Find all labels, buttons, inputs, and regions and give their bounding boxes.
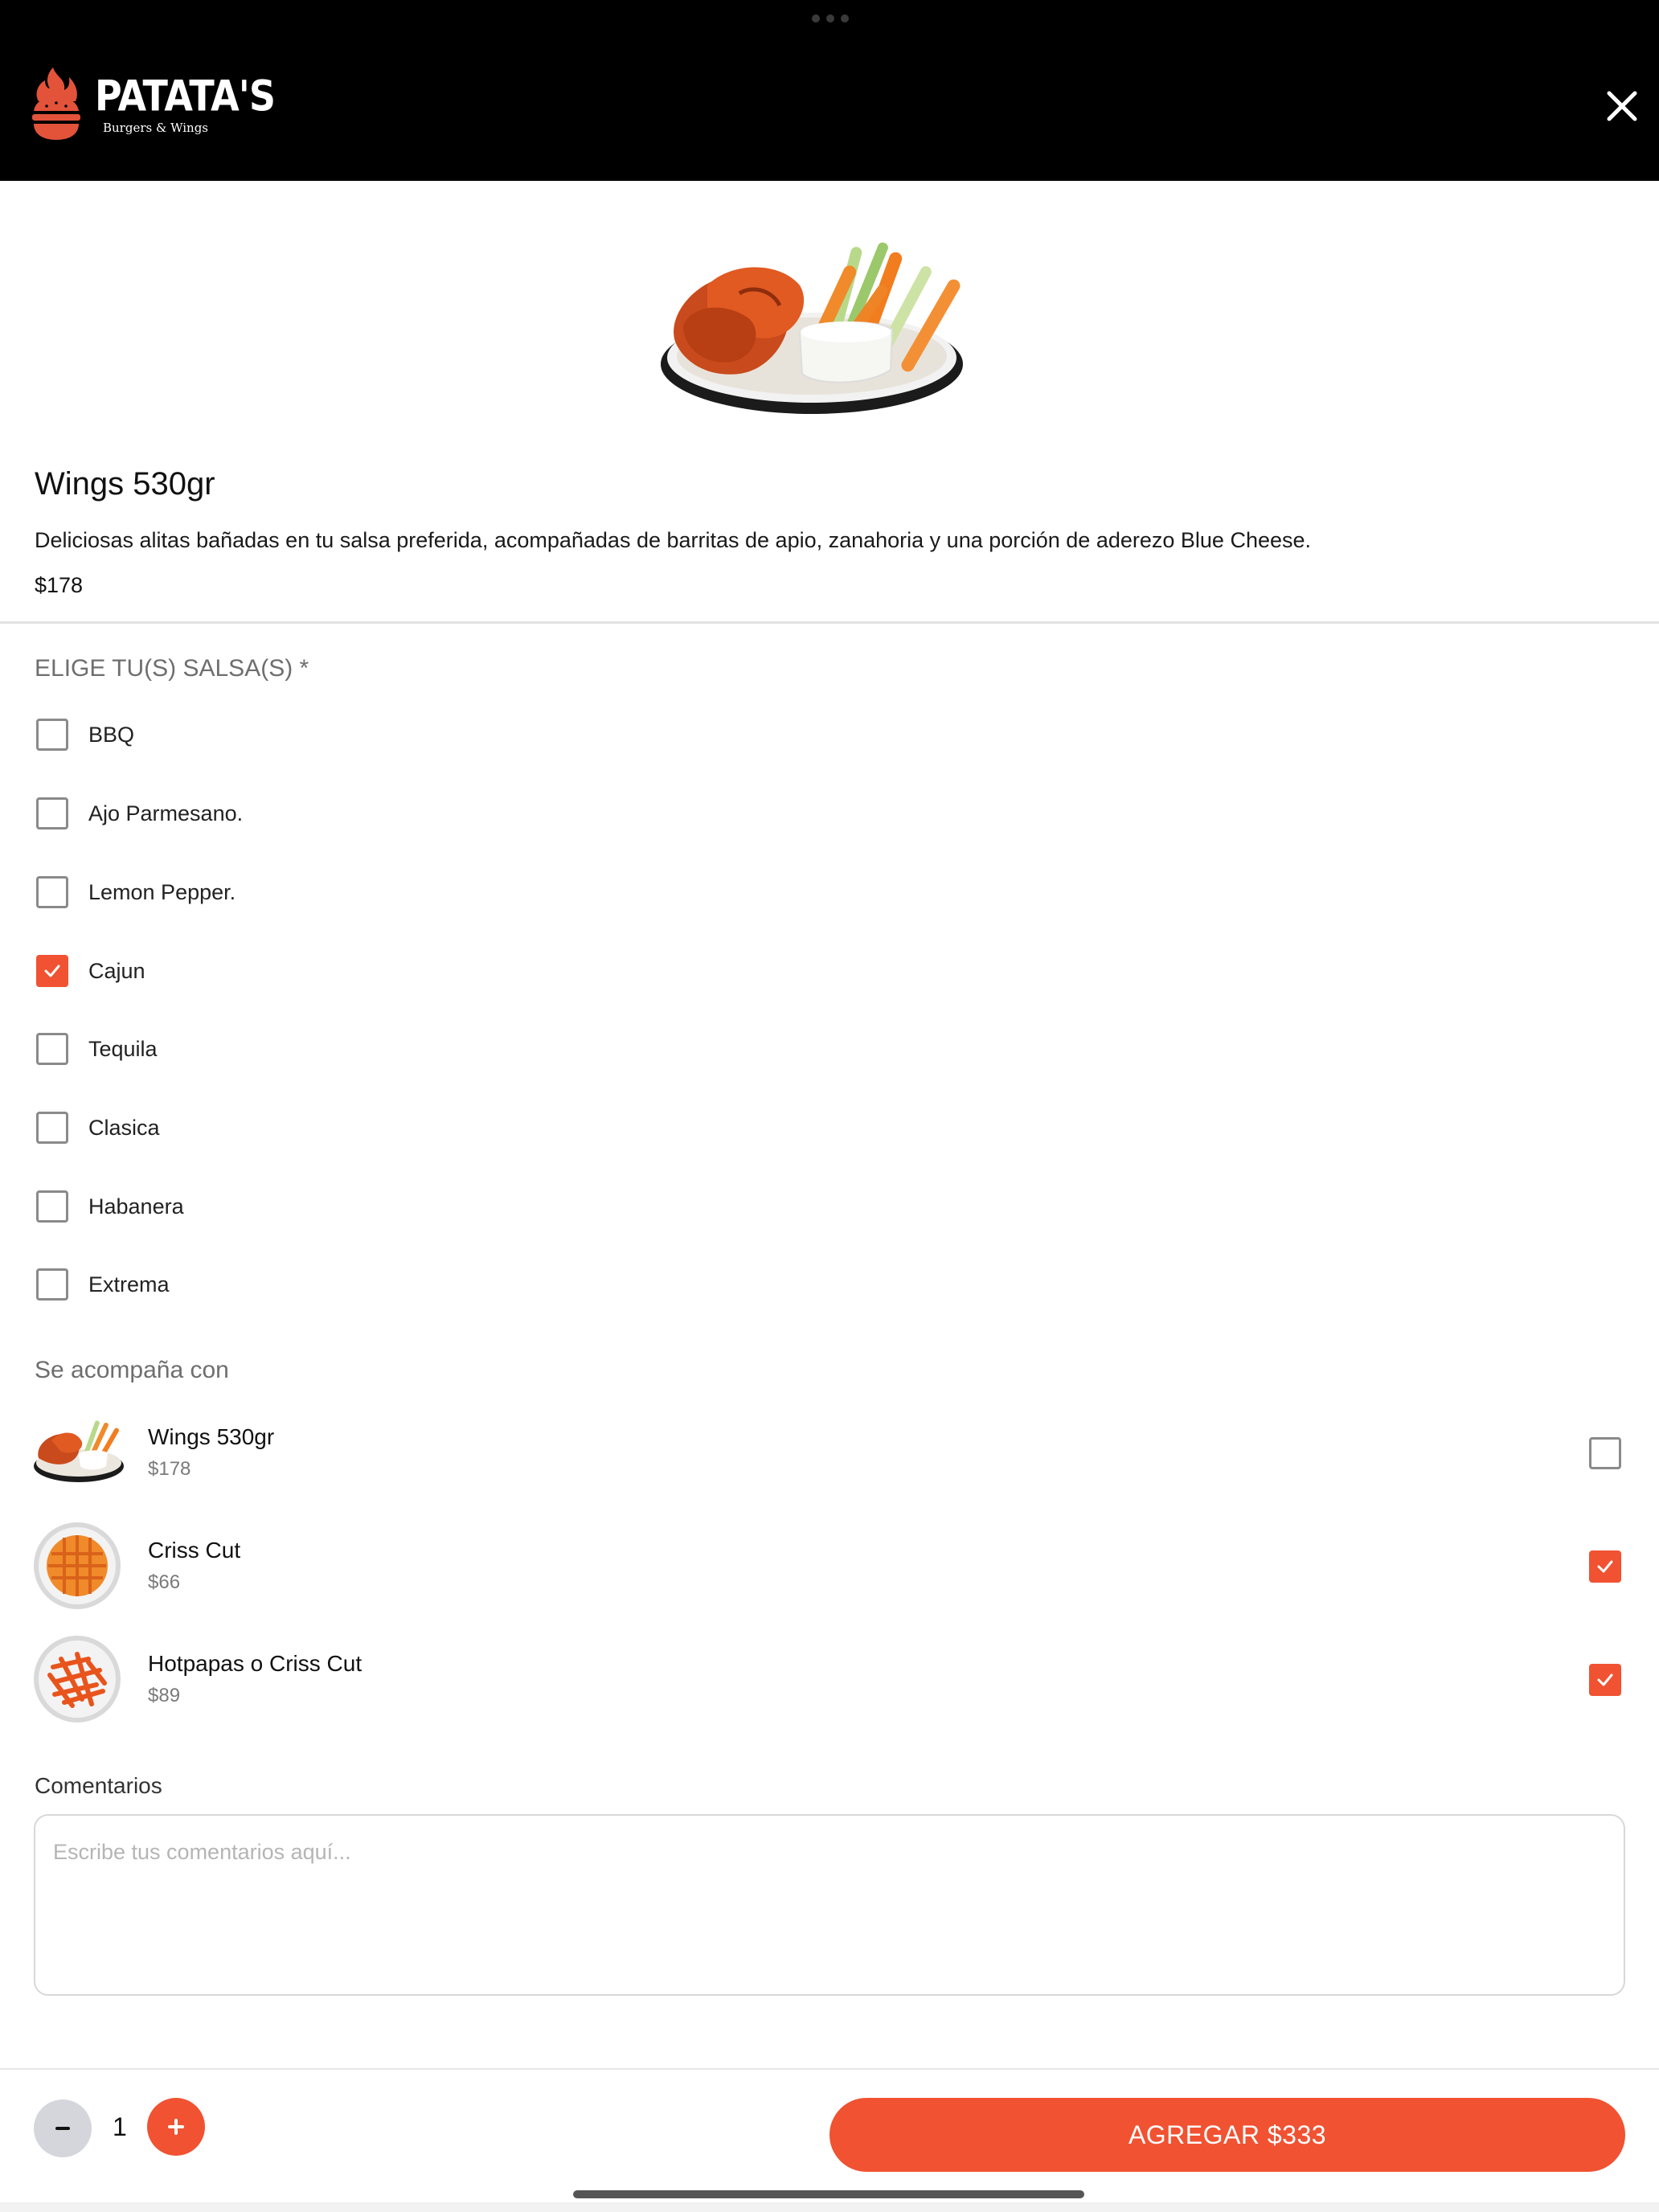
- side-item-wings[interactable]: Wings 530gr $178: [32, 1408, 1624, 1497]
- sauce-option-lemon-pepper[interactable]: Lemon Pepper.: [36, 876, 236, 908]
- checkbox[interactable]: [36, 1112, 68, 1144]
- checkbox[interactable]: [36, 719, 68, 751]
- product-title: Wings 530gr: [35, 466, 215, 502]
- side-name: Criss Cut: [148, 1538, 241, 1563]
- side-item-criss-cut[interactable]: Criss Cut $66: [32, 1522, 1624, 1610]
- sauce-option-extrema[interactable]: Extrema: [36, 1268, 170, 1301]
- checkbox[interactable]: [36, 1268, 68, 1301]
- close-icon[interactable]: [1604, 88, 1640, 124]
- comments-textarea[interactable]: [34, 1814, 1625, 1996]
- sauce-option-ajo-parmesano[interactable]: Ajo Parmesano.: [36, 797, 243, 830]
- decrease-quantity-button[interactable]: [34, 2099, 92, 2157]
- side-price: $89: [148, 1685, 181, 1706]
- sauce-option-tequila[interactable]: Tequila: [36, 1033, 158, 1065]
- product-image: [661, 242, 963, 414]
- footer-divider: [0, 2068, 1659, 2070]
- plus-icon: [168, 2119, 184, 2135]
- check-icon: [1597, 1673, 1613, 1686]
- side-price: $178: [148, 1458, 191, 1480]
- sauce-label: Habanera: [88, 1194, 184, 1219]
- brand-name: PATATA'S: [95, 70, 276, 121]
- checkbox-checked[interactable]: [1589, 1550, 1621, 1583]
- increase-quantity-button[interactable]: [147, 2098, 205, 2156]
- multitask-dots-icon[interactable]: [812, 14, 849, 23]
- product-description: Deliciosas alitas bañadas en tu salsa pr…: [35, 528, 1312, 552]
- sauce-option-habanera[interactable]: Habanera: [36, 1190, 184, 1223]
- checkbox[interactable]: [1589, 1437, 1621, 1469]
- flame-burger-icon: [32, 68, 80, 140]
- side-name: Hotpapas o Criss Cut: [148, 1651, 363, 1676]
- sauce-label: Clasica: [88, 1115, 160, 1140]
- quantity-value: 1: [113, 2112, 127, 2141]
- sauce-label: Extrema: [88, 1272, 170, 1296]
- checkbox-checked[interactable]: [36, 955, 68, 987]
- product-price: $178: [35, 573, 84, 597]
- check-icon: [1597, 1560, 1613, 1573]
- wings-thumbnail: [34, 1420, 124, 1482]
- sauce-label: Lemon Pepper.: [88, 879, 236, 904]
- sauce-label: Cajun: [88, 958, 145, 983]
- sauce-label: Ajo Parmesano.: [88, 801, 244, 825]
- side-price: $66: [148, 1571, 181, 1593]
- sauce-section-title: ELIGE TU(S) SALSA(S) *: [35, 655, 309, 682]
- sauce-label: Tequila: [88, 1036, 158, 1061]
- app-header: PATATA'S Burgers & Wings: [0, 0, 1659, 181]
- brand-logo: PATATA'S Burgers & Wings: [29, 66, 276, 146]
- checkbox-checked[interactable]: [1589, 1664, 1621, 1696]
- sauce-label: BBQ: [88, 722, 135, 747]
- side-name: Wings 530gr: [148, 1424, 275, 1449]
- check-icon: [44, 965, 60, 977]
- checkbox[interactable]: [36, 876, 68, 908]
- minus-icon: [55, 2127, 70, 2130]
- side-item-hotpapas[interactable]: Hotpapas o Criss Cut $89: [32, 1635, 1624, 1723]
- divider: [0, 621, 1659, 624]
- checkbox[interactable]: [36, 797, 68, 830]
- add-to-cart-button[interactable]: AGREGAR $333: [830, 2098, 1625, 2172]
- sides-section-title: Se acompaña con: [35, 1357, 229, 1383]
- comments-label: Comentarios: [35, 1773, 162, 1798]
- sauce-option-bbq[interactable]: BBQ: [36, 719, 134, 751]
- sauce-option-clasica[interactable]: Clasica: [36, 1112, 160, 1144]
- hotpapas-thumbnail: [34, 1636, 121, 1722]
- criss-cut-thumbnail: [34, 1522, 121, 1609]
- checkbox[interactable]: [36, 1033, 68, 1065]
- home-indicator[interactable]: [573, 2190, 1084, 2198]
- sauce-option-cajun[interactable]: Cajun: [36, 955, 145, 987]
- brand-subtitle: Burgers & Wings: [103, 121, 209, 135]
- bottom-strip: [0, 2202, 1659, 2212]
- checkbox[interactable]: [36, 1190, 68, 1223]
